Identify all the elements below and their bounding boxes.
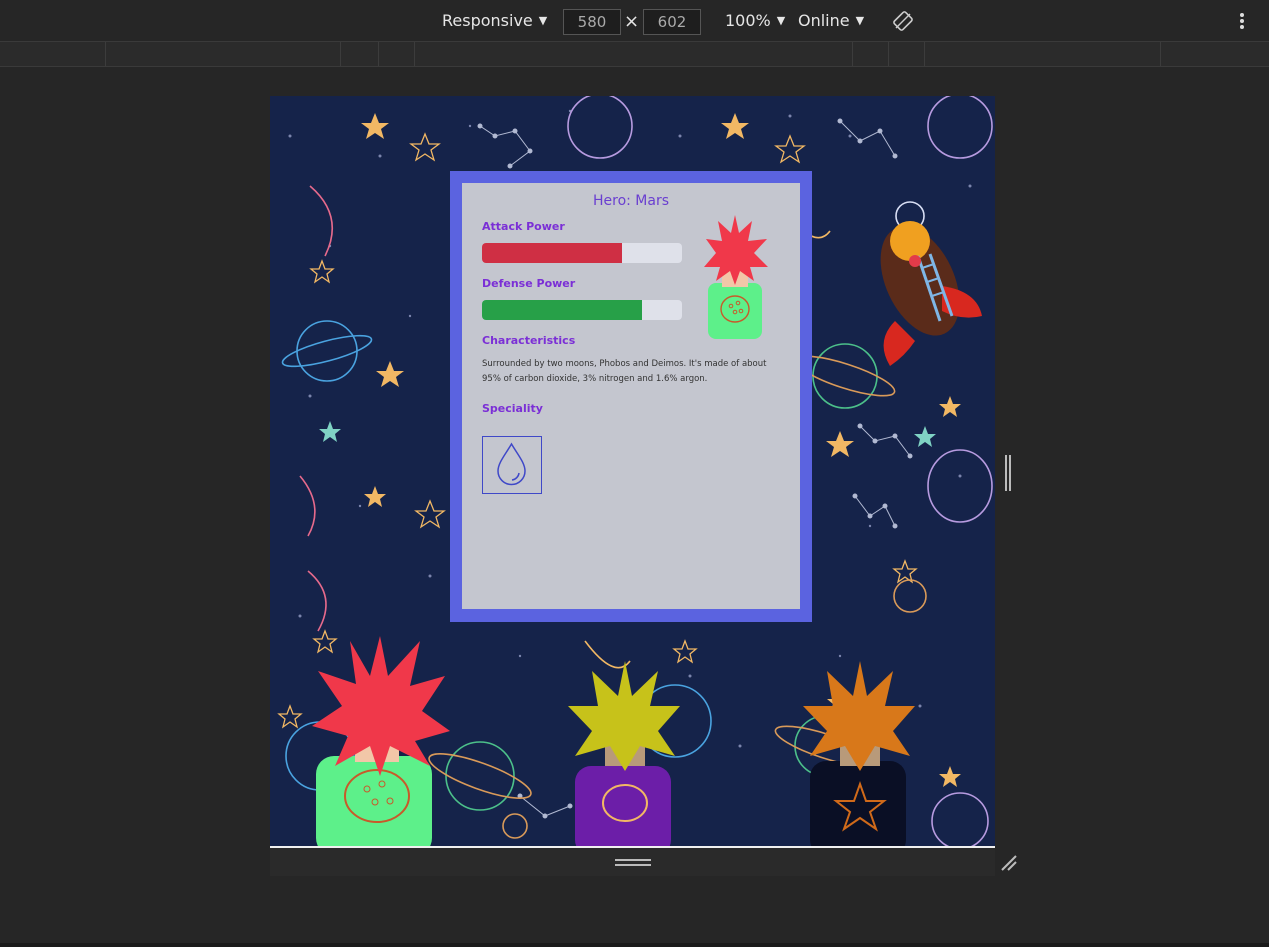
hero-card: Hero: Mars Attack Power Defense Power Ch…: [462, 183, 800, 609]
characteristics-text: Surrounded by two moons, Phobos and Deim…: [482, 359, 767, 384]
defense-power-label: Defense Power: [482, 277, 576, 290]
attack-power-bar-fill: [482, 243, 622, 263]
attack-power-bar: [482, 243, 682, 263]
defense-power-bar: [482, 300, 682, 320]
device-select-label: Responsive: [442, 11, 533, 30]
device-select[interactable]: Responsive ▼: [442, 11, 547, 30]
media-query-ruler[interactable]: [0, 42, 1269, 67]
devtools-bottom-edge: [0, 943, 1269, 947]
zoom-select-label: 100%: [725, 11, 771, 30]
zoom-select[interactable]: 100% ▼: [725, 11, 785, 30]
chevron-down-icon: ▼: [855, 14, 865, 27]
chevron-down-icon: ▼: [776, 14, 786, 27]
width-input[interactable]: 580: [563, 9, 621, 35]
corner-resize-icon[interactable]: [998, 852, 1018, 872]
rotate-icon[interactable]: [893, 11, 913, 31]
network-select-label: Online: [798, 11, 850, 30]
water-drop-icon: [497, 442, 526, 486]
speciality-label: Speciality: [482, 402, 543, 415]
characteristics-label: Characteristics: [482, 334, 576, 347]
devtools-toolbar: Responsive ▼ 580 × 602 100% ▼ Online ▼: [0, 0, 1269, 42]
emulated-viewport: Hero: Mars Attack Power Defense Power Ch…: [270, 96, 995, 848]
right-resize-handle[interactable]: [1005, 455, 1011, 491]
hero-card-frame: Hero: Mars Attack Power Defense Power Ch…: [450, 171, 812, 622]
hero-avatar: [704, 215, 768, 339]
height-input[interactable]: 602: [643, 9, 701, 35]
bottom-resize-handle[interactable]: [615, 859, 651, 867]
attack-power-label: Attack Power: [482, 220, 565, 233]
more-options-icon[interactable]: [1235, 11, 1249, 31]
speciality-box: [482, 436, 542, 494]
card-title: Hero: Mars: [592, 193, 670, 209]
defense-power-bar-fill: [482, 300, 642, 320]
chevron-down-icon: ▼: [538, 14, 548, 27]
network-select[interactable]: Online ▼: [798, 11, 864, 30]
times-symbol: ×: [624, 11, 640, 32]
